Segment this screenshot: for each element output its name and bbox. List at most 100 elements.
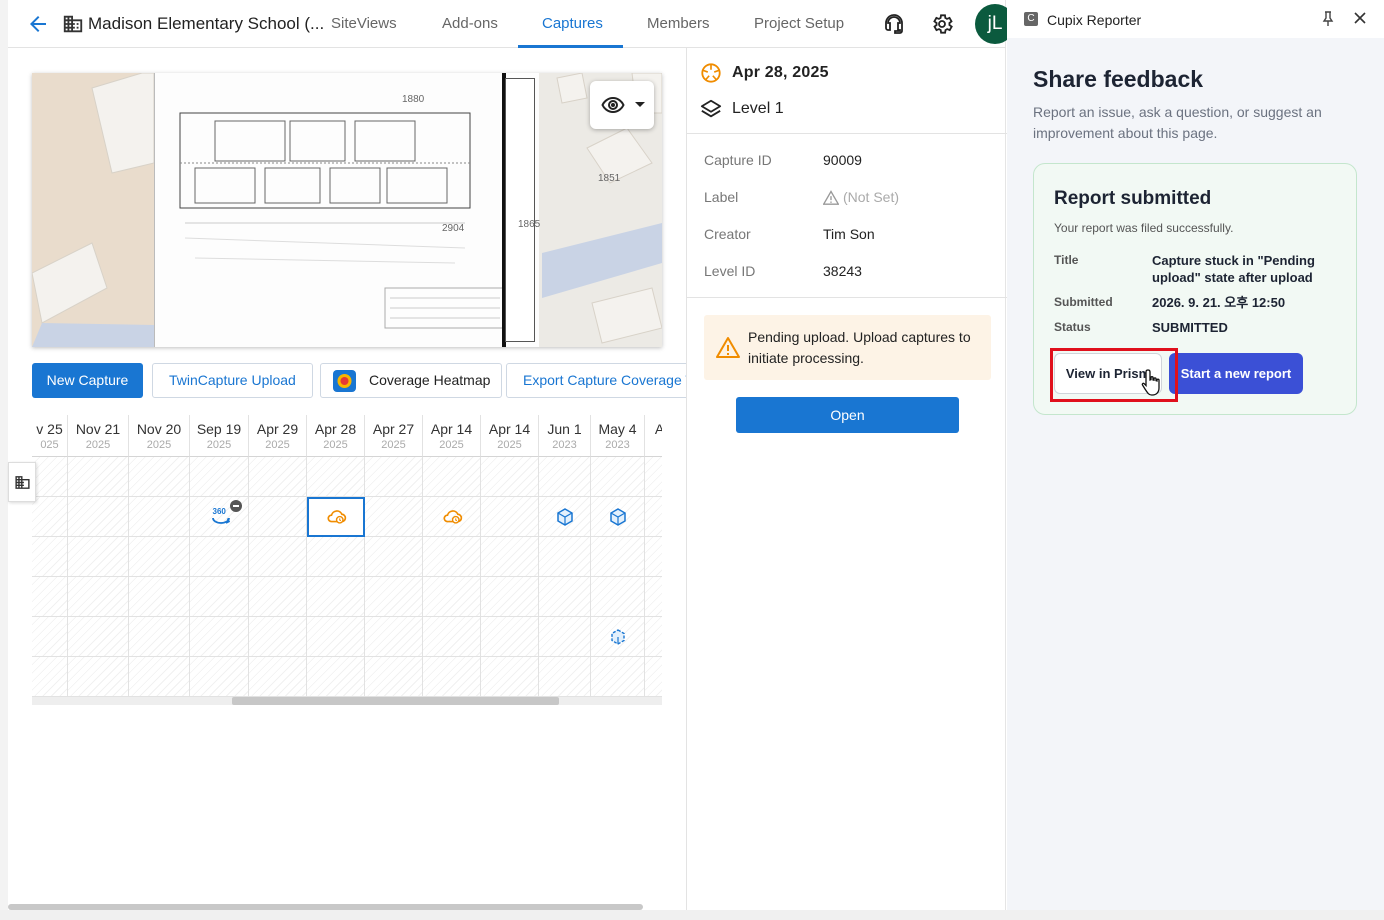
timeline-cell[interactable] [423,457,481,497]
timeline-column-header[interactable]: Jun 1 2023 [539,415,591,457]
timeline-column-header[interactable]: Apr 14 2025 [481,415,539,457]
timeline-column-header[interactable]: Apr 29 2025 [249,415,307,457]
timeline-cell[interactable] [129,537,190,577]
project-title[interactable]: Madison Elementary School (... [88,14,324,34]
timeline-cell[interactable] [68,497,129,537]
gear-icon[interactable] [930,12,954,36]
timeline-cell[interactable] [645,617,662,657]
timeline-cell[interactable] [32,497,68,537]
timeline-column-header[interactable]: Nov 20 2025 [129,415,190,457]
timeline-cell[interactable] [423,537,481,577]
timeline-cell[interactable] [645,497,662,537]
timeline-cell[interactable] [307,537,365,577]
timeline-column-header[interactable]: A [645,415,662,457]
capture-cube-partial-icon[interactable] [608,627,628,652]
timeline-cell[interactable] [591,457,645,497]
timeline-cell[interactable] [190,537,249,577]
timeline-cell[interactable] [68,657,129,697]
timeline-cell[interactable] [645,537,662,577]
timeline-cell[interactable] [481,537,539,577]
new-capture-button[interactable]: New Capture [32,363,143,398]
timeline-cell[interactable] [365,497,423,537]
timeline-cell[interactable] [190,657,249,697]
timeline-cell[interactable] [190,577,249,617]
tab-project-setup[interactable]: Project Setup [754,15,844,32]
capture-timeline-grid[interactable]: v 25 025 Nov 21 2025 Nov 20 2025 Sep 19 2025 Apr… [32,415,662,707]
timeline-cell[interactable] [129,617,190,657]
page-scrollbar-thumb[interactable] [8,904,643,910]
timeline-cell[interactable] [307,577,365,617]
timeline-cell[interactable] [365,657,423,697]
timeline-cell[interactable] [249,617,307,657]
start-new-report-button[interactable]: Start a new report [1169,353,1303,394]
timeline-cell[interactable] [129,457,190,497]
timeline-cell[interactable] [190,617,249,657]
timeline-cell[interactable] [591,577,645,617]
capture-cube-icon[interactable] [608,507,628,532]
timeline-cell[interactable] [365,617,423,657]
timeline-cell[interactable] [645,577,662,617]
coverage-heatmap-button[interactable]: Coverage Heatmap [320,363,502,398]
timeline-cell[interactable] [32,457,68,497]
timeline-cell[interactable] [68,457,129,497]
timeline-cell[interactable] [32,537,68,577]
timeline-column-header[interactable]: v 25 025 [32,415,68,457]
timeline-column-header[interactable]: Apr 27 2025 [365,415,423,457]
timeline-column-header[interactable]: Apr 14 2025 [423,415,481,457]
timeline-cell[interactable] [129,657,190,697]
tab-add-ons[interactable]: Add-ons [442,15,498,32]
timeline-cell[interactable] [68,617,129,657]
floor-list-toggle[interactable] [8,462,36,502]
timeline-cell[interactable] [365,577,423,617]
timeline-cell[interactable] [423,617,481,657]
timeline-cell[interactable] [423,657,481,697]
timeline-cell[interactable] [190,457,249,497]
timeline-cell[interactable] [249,457,307,497]
back-arrow-icon[interactable] [26,12,50,36]
export-capture-coverage-button[interactable]: Export Capture Coverage T [506,363,686,398]
tab-members[interactable]: Members [647,15,710,32]
pending-upload-cloud-icon[interactable] [442,507,464,532]
timeline-column-header[interactable]: Sep 19 2025 [190,415,249,457]
timeline-cell[interactable] [32,577,68,617]
timeline-cell[interactable] [481,497,539,537]
timeline-cell[interactable] [68,537,129,577]
timeline-cell[interactable] [539,577,591,617]
tab-siteviews[interactable]: SiteViews [331,15,397,32]
timeline-cell[interactable] [481,577,539,617]
pin-icon[interactable] [1321,11,1335,27]
timeline-cell[interactable] [591,537,645,577]
timeline-cell[interactable] [129,577,190,617]
timeline-scrollbar-thumb[interactable] [232,697,559,705]
timeline-cell[interactable] [481,657,539,697]
timeline-column-header[interactable]: May 4 2023 [591,415,645,457]
timeline-cell[interactable] [481,457,539,497]
close-icon[interactable] [1353,11,1367,25]
timeline-cell[interactable] [481,617,539,657]
timeline-cell[interactable] [307,457,365,497]
remove-badge-icon[interactable] [229,500,242,512]
page-scrollbar-track[interactable] [0,910,1384,920]
timeline-cell[interactable] [539,657,591,697]
twincapture-upload-button[interactable]: TwinCapture Upload [152,363,313,398]
pending-upload-cloud-icon[interactable] [326,507,348,532]
label-value[interactable]: (Not Set) [843,189,899,205]
timeline-cell[interactable] [249,657,307,697]
timeline-cell[interactable] [129,497,190,537]
timeline-cell[interactable] [307,617,365,657]
open-capture-button[interactable]: Open [736,397,959,433]
timeline-cell[interactable] [32,657,68,697]
timeline-cell[interactable] [365,457,423,497]
timeline-column-header[interactable]: Apr 28 2025 [307,415,365,457]
capture-cube-icon[interactable] [555,507,575,532]
support-headset-icon[interactable] [882,12,906,36]
timeline-cell[interactable] [249,577,307,617]
visibility-toggle-button[interactable] [590,81,654,129]
timeline-cell[interactable] [249,537,307,577]
timeline-cell[interactable] [32,617,68,657]
timeline-cell[interactable] [423,577,481,617]
timeline-cell[interactable] [591,657,645,697]
timeline-cell[interactable] [539,537,591,577]
timeline-cell[interactable] [539,457,591,497]
timeline-cell[interactable] [249,497,307,537]
